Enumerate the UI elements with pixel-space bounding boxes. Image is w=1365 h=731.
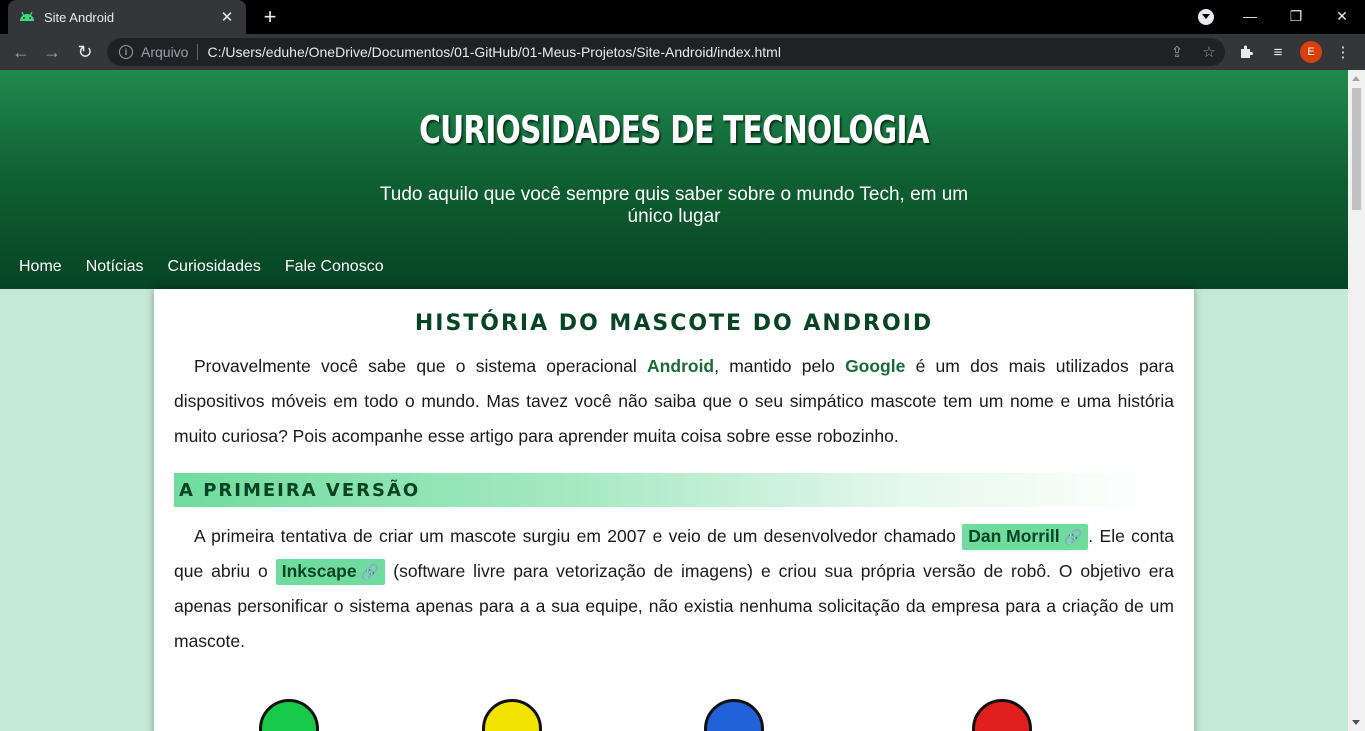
address-bar[interactable]: i Arquivo C:/Users/eduhe/OneDrive/Docume… <box>107 38 1225 66</box>
link-icon: 🔗 <box>360 564 380 581</box>
restore-button[interactable]: ❐ <box>1273 0 1319 32</box>
highlight-android: Android <box>647 356 715 376</box>
url-separator <box>197 44 199 60</box>
extensions-puzzle-icon[interactable] <box>1234 40 1258 64</box>
highlight-google: Google <box>845 356 906 376</box>
section-heading: A PRIMEIRA VERSÃO <box>179 480 421 501</box>
site-header: CURIOSIDADES DE TECNOLOGIA Tudo aquilo q… <box>0 70 1348 289</box>
back-arrow-icon[interactable]: ← <box>9 40 33 64</box>
scrollbar-thumb[interactable] <box>1352 88 1361 210</box>
tab-search-icon[interactable] <box>1198 9 1214 25</box>
mascot-image-blue <box>704 699 764 731</box>
reload-icon[interactable]: ↻ <box>73 40 97 64</box>
scroll-up-arrow-icon[interactable] <box>1352 76 1360 81</box>
nav-link-noticias[interactable]: Notícias <box>86 258 144 276</box>
nav-link-curiosidades[interactable]: Curiosidades <box>167 258 260 276</box>
menu-kebab-icon[interactable]: ⋮ <box>1331 40 1355 64</box>
mascot-images-row <box>154 694 1194 731</box>
link-inkscape[interactable]: Inkscape 🔗 <box>275 559 386 585</box>
browser-toolbar: ← → ↻ i Arquivo C:/Users/eduhe/OneDrive/… <box>0 34 1365 70</box>
section-heading-bar: A PRIMEIRA VERSÃO <box>174 473 1159 507</box>
mascot-image-green <box>259 699 319 731</box>
nav-link-fale-conosco[interactable]: Fale Conosco <box>285 258 384 276</box>
tab-title: Site Android <box>44 9 115 25</box>
share-icon[interactable]: ⇪ <box>1161 43 1193 61</box>
android-icon <box>18 10 36 24</box>
forward-arrow-icon[interactable]: → <box>40 40 64 64</box>
browser-tab[interactable]: Site Android ✕ <box>8 0 246 34</box>
section-text-1: A primeira tentativa de criar um mascote… <box>194 526 963 546</box>
bookmark-star-icon[interactable]: ☆ <box>1193 43 1225 61</box>
site-subtitle: Tudo aquilo que você sempre quis saber s… <box>379 184 969 227</box>
mascot-image-red <box>972 699 1032 731</box>
profile-avatar[interactable]: E <box>1300 41 1322 63</box>
page-scrollbar[interactable] <box>1348 70 1365 731</box>
browser-tab-strip: Site Android ✕ + — ❐ ✕ <box>0 0 1365 34</box>
section-paragraph: A primeira tentativa de criar um mascote… <box>174 519 1174 659</box>
window-close-button[interactable]: ✕ <box>1319 0 1365 32</box>
link-dan-morrill[interactable]: Dan Morrill 🔗 <box>962 524 1089 550</box>
scroll-down-arrow-icon[interactable] <box>1352 720 1360 725</box>
main-nav: Home Notícias Curiosidades Fale Conosco <box>19 258 384 276</box>
info-icon[interactable]: i <box>119 45 133 59</box>
minimize-button[interactable]: — <box>1227 0 1273 32</box>
media-queue-icon[interactable]: ≡ <box>1266 40 1290 64</box>
intro-text-1: Provavelmente você sabe que o sistema op… <box>194 356 648 376</box>
link-icon: 🔗 <box>1063 529 1083 546</box>
article-title: HISTÓRIA DO MASCOTE DO ANDROID <box>414 311 934 336</box>
intro-text-2: , mantido pelo <box>714 356 846 376</box>
link-dan-morrill-label: Dan Morrill <box>968 526 1060 546</box>
url-scheme-label: Arquivo <box>141 44 189 60</box>
new-tab-button[interactable]: + <box>258 4 282 30</box>
intro-paragraph: Provavelmente você sabe que o sistema op… <box>174 349 1174 454</box>
site-title: CURIOSIDADES DE TECNOLOGIA <box>419 108 930 152</box>
tab-close-icon[interactable]: ✕ <box>218 8 236 26</box>
article-container: HISTÓRIA DO MASCOTE DO ANDROID Provavelm… <box>154 289 1194 731</box>
mascot-image-yellow <box>482 699 542 731</box>
nav-link-home[interactable]: Home <box>19 258 62 276</box>
url-text[interactable]: C:/Users/eduhe/OneDrive/Documentos/01-Gi… <box>207 44 1161 60</box>
link-inkscape-label: Inkscape <box>281 561 357 581</box>
page-viewport: CURIOSIDADES DE TECNOLOGIA Tudo aquilo q… <box>0 70 1348 731</box>
